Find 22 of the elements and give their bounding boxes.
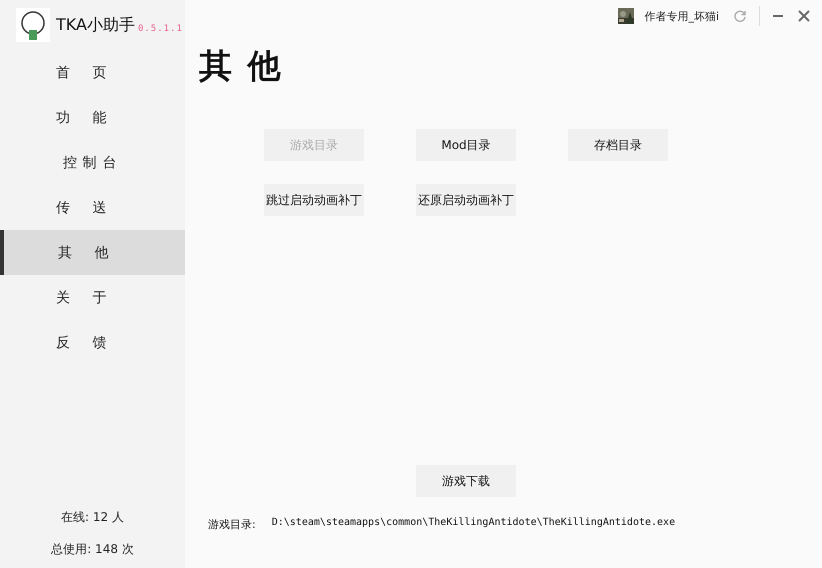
user-name: 作者专用_坏猫i [644, 8, 719, 24]
path-label: 游戏目录: [208, 517, 256, 532]
action-button[interactable]: 存档目录 [568, 129, 668, 161]
app-name: TKA小助手 [56, 14, 135, 36]
nav-item[interactable]: 传送 [0, 185, 185, 230]
action-button[interactable]: 跳过启动动画补丁 [264, 184, 364, 216]
nav-item[interactable]: 功能 [0, 95, 185, 140]
stat-text: 在线: 12 人 [61, 509, 124, 526]
nav-item[interactable]: 首页 [0, 50, 185, 95]
download-button[interactable]: 游戏下载 [416, 465, 516, 497]
avatar-icon [16, 8, 50, 42]
page-title: 其 他 [199, 45, 284, 87]
action-button[interactable]: 还原启动动画补丁 [416, 184, 516, 216]
nav-item[interactable]: 反馈 [0, 320, 185, 365]
app-version: 0.5.1.1 [138, 24, 183, 34]
nav-item[interactable]: 关于 [0, 275, 185, 320]
nav-item[interactable]: 其他 [0, 230, 185, 275]
nav-item[interactable]: 控制台 [0, 140, 185, 185]
stat-text: 总使用: 148 次 [51, 541, 134, 558]
action-button[interactable]: Mod目录 [416, 129, 516, 161]
path-value: D:\steam\steamapps\common\TheKillingAntidote\TheKillingAntidote.exe [272, 517, 676, 530]
close-icon[interactable] [798, 10, 810, 22]
